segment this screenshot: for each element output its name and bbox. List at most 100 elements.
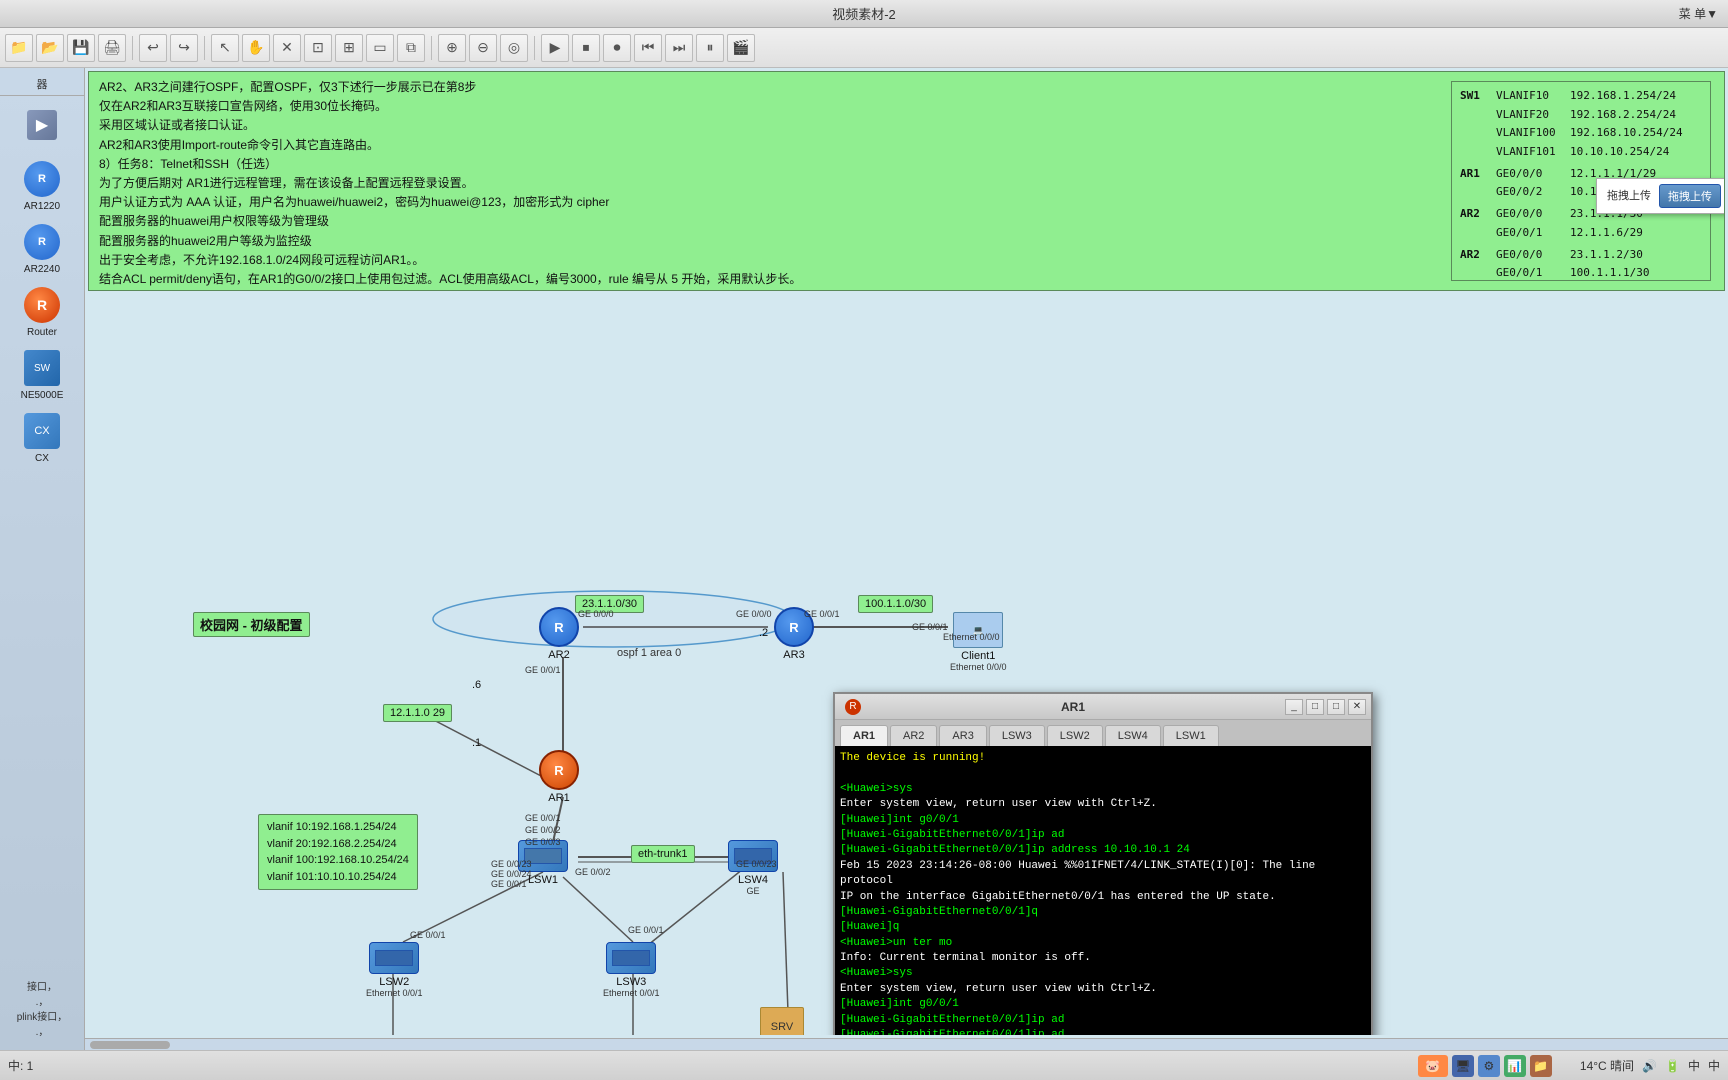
node-server1[interactable]: SRV Server1 Ethernet xyxy=(760,1007,804,1035)
terminal-tab-lsw1[interactable]: LSW1 xyxy=(1163,725,1219,746)
window-title: 视频素材-2 xyxy=(832,4,896,23)
toolbar-btn-hand[interactable]: ✋ xyxy=(242,34,270,62)
terminal-controls[interactable]: _ □ □ ✕ xyxy=(1285,699,1366,715)
sidebar-item-router-label: Router xyxy=(27,327,57,338)
port-lsw1-ge0023: GE 0/0/23 xyxy=(491,859,532,869)
toolbar-btn-record[interactable]: ⏺ xyxy=(603,34,631,62)
right-panel: SW1 VLANIF10 192.168.1.254/24 VLANIF20 1… xyxy=(1451,81,1711,281)
top-panel: AR2、AR3之间建行OSPF，配置OSPF，仅3下述行一步展示已在第8步 仅在… xyxy=(88,71,1725,291)
terminal-line-8: Feb 15 2023 23:14:26-08:00 Huawei %%01IF… xyxy=(840,859,1366,890)
toolbar-btn-next[interactable]: ⏭ xyxy=(665,34,693,62)
lsw4-label: LSW4 xyxy=(738,874,768,886)
toolbar-btn-box1[interactable]: ⊡ xyxy=(304,34,332,62)
port-ar1-ge001: GE 0/0/1 xyxy=(525,813,561,823)
toolbar-btn-box2[interactable]: ⊞ xyxy=(335,34,363,62)
client1-port: Ethernet 0/0/0 xyxy=(950,662,1007,672)
client1-label: Client1 xyxy=(961,650,995,662)
node-client1[interactable]: 💻 Client1 Ethernet 0/0/0 xyxy=(950,612,1007,672)
sidebar-item-ar2240[interactable]: R AR2240 xyxy=(7,218,77,279)
right-panel-row-vlanif100: VLANIF100 192.168.10.254/24 xyxy=(1460,124,1702,143)
ne5000e-icon: SW xyxy=(22,348,62,388)
status-lang[interactable]: 中 xyxy=(1688,1057,1700,1074)
tooltip-upload-btn[interactable]: 拖拽上传 xyxy=(1659,184,1721,208)
label-100110-30: 100.1.1.0/30 xyxy=(858,595,933,613)
toolbar-btn-rect[interactable]: ▭ xyxy=(366,34,394,62)
sidebar-item-ar1220[interactable]: R AR1220 xyxy=(7,155,77,216)
right-panel-row-ar1-ge002: GE0/0/2 10.10.10. 拖拽上传 拖拽上传 xyxy=(1460,183,1702,202)
scroll-area[interactable] xyxy=(85,1038,1728,1050)
toolbar-btn-pause[interactable]: ⏸ xyxy=(696,34,724,62)
tooltip-text: 拖拽上传 xyxy=(1607,187,1651,206)
toolbar-btn-print[interactable]: 🖨 xyxy=(98,34,126,62)
label-dot1: .1 xyxy=(466,735,487,751)
toolbar-btn-fit[interactable]: ◎ xyxy=(500,34,528,62)
toolbar-btn-zoom-out[interactable]: ⊖ xyxy=(469,34,497,62)
toolbar-btn-save[interactable]: 💾 xyxy=(67,34,95,62)
terminal-line-4: Enter system view, return user view with… xyxy=(840,797,1366,812)
toolbar-btn-new[interactable]: 📁 xyxy=(5,34,33,62)
terminal-line-16: [Huawei]int g0/0/1 xyxy=(840,997,1366,1012)
toolbar-sep-2 xyxy=(204,36,205,60)
right-panel-row-vlanif101: VLANIF101 10.10.10.254/24 xyxy=(1460,143,1702,162)
taskbar-icon-1[interactable]: 🖥 xyxy=(1452,1055,1474,1077)
lsw3-port: Ethernet 0/0/1 xyxy=(603,988,660,998)
taskbar-icon-3[interactable]: 📊 xyxy=(1504,1055,1526,1077)
toolbar-btn-open[interactable]: 📂 xyxy=(36,34,64,62)
toolbar-btn-zoom-in[interactable]: ⊕ xyxy=(438,34,466,62)
port-lsw1-ge002: GE 0/0/2 xyxy=(575,867,611,877)
taskbar-icon-2[interactable]: ⚙ xyxy=(1478,1055,1500,1077)
right-panel-row-ar2b-ge000: AR2 GE0/0/0 23.1.1.2/30 xyxy=(1460,246,1702,265)
port-ar3-ge001: GE 0/0/1 xyxy=(804,609,840,619)
terminal-tab-ar1[interactable]: AR1 xyxy=(840,725,888,746)
terminal-tab-ar2[interactable]: AR2 xyxy=(890,725,937,746)
terminal-icon-area: R xyxy=(840,699,861,715)
menu-area[interactable]: 菜 单▼ xyxy=(1679,5,1718,22)
terminal-close-btn[interactable]: ✕ xyxy=(1348,699,1366,715)
terminal-minimize-btn[interactable]: _ xyxy=(1285,699,1303,715)
terminal-maximize-btn[interactable]: □ xyxy=(1327,699,1345,715)
tooltip-popup: 拖拽上传 拖拽上传 xyxy=(1596,178,1725,214)
terminal-line-18: [Huawei-GigabitEthernet0/0/1]ip ad xyxy=(840,1028,1366,1035)
terminal-tab-lsw2[interactable]: LSW2 xyxy=(1047,725,1103,746)
main-layout: 器 ▶ R AR1220 R AR2240 R Router xyxy=(0,68,1728,1050)
sidebar-item-router[interactable]: R Router xyxy=(7,281,77,342)
toolbar-btn-undo[interactable]: ↩ xyxy=(139,34,167,62)
sidebar-item-ne5000e[interactable]: SW NE5000E xyxy=(7,344,77,405)
toolbar-btn-play[interactable]: ▶ xyxy=(541,34,569,62)
terminal-line-2 xyxy=(840,766,1366,781)
ar2240-icon: R xyxy=(22,222,62,262)
toolbar-btn-camera[interactable]: 🎬 xyxy=(727,34,755,62)
sidebar-item-cx[interactable]: CX CX xyxy=(7,407,77,468)
port-ar2-ge001: GE 0/0/1 xyxy=(525,665,561,675)
toolbar-btn-stop[interactable]: ⏹ xyxy=(572,34,600,62)
toolbar-btn-redo[interactable]: ↪ xyxy=(170,34,198,62)
node-ar1[interactable]: R AR1 xyxy=(539,750,579,804)
toolbar-sep-4 xyxy=(534,36,535,60)
terminal-content[interactable]: The device is running! <Huawei>sys Enter… xyxy=(835,746,1371,1035)
terminal-restore-btn[interactable]: □ xyxy=(1306,699,1324,715)
sidebar-item-ne5000e-label: NE5000E xyxy=(21,390,64,401)
content-area: AR2、AR3之间建行OSPF，配置OSPF，仅3下述行一步展示已在第8步 仅在… xyxy=(85,68,1728,1050)
scrollbar-thumb[interactable] xyxy=(90,1041,170,1049)
diagram-title: 校园网 - 初级配置 xyxy=(193,612,310,637)
node-ar2[interactable]: R AR2 xyxy=(539,607,579,661)
ar1-label: AR1 xyxy=(548,792,569,804)
sidebar-item-nav[interactable]: ▶ xyxy=(7,101,77,149)
terminal-line-7: [Huawei-GigabitEthernet0/0/1]ip address … xyxy=(840,843,1366,858)
toolbar-btn-select[interactable]: ↖ xyxy=(211,34,239,62)
node-lsw2[interactable]: LSW2 Ethernet 0/0/1 xyxy=(366,942,423,998)
toolbar-btn-delete[interactable]: ✕ xyxy=(273,34,301,62)
toolbar-btn-multi[interactable]: ⧉ xyxy=(397,34,425,62)
toolbar-sep-3 xyxy=(431,36,432,60)
port-lsw3-ge001: GE 0/0/1 xyxy=(628,925,664,935)
terminal-tab-lsw3[interactable]: LSW3 xyxy=(989,725,1045,746)
terminal-tab-ar3[interactable]: AR3 xyxy=(939,725,986,746)
toolbar-btn-prev[interactable]: ⏮ xyxy=(634,34,662,62)
node-lsw3[interactable]: LSW3 Ethernet 0/0/1 xyxy=(603,942,660,998)
taskbar-pig[interactable]: 🐷 xyxy=(1418,1055,1448,1077)
lsw3-label: LSW3 xyxy=(616,976,646,988)
terminal-tab-lsw4[interactable]: LSW4 xyxy=(1105,725,1161,746)
taskbar-icon-4[interactable]: 📁 xyxy=(1530,1055,1552,1077)
status-volume-icon[interactable]: 🔊 xyxy=(1642,1059,1657,1073)
status-page-info: 中: 1 xyxy=(8,1059,33,1073)
